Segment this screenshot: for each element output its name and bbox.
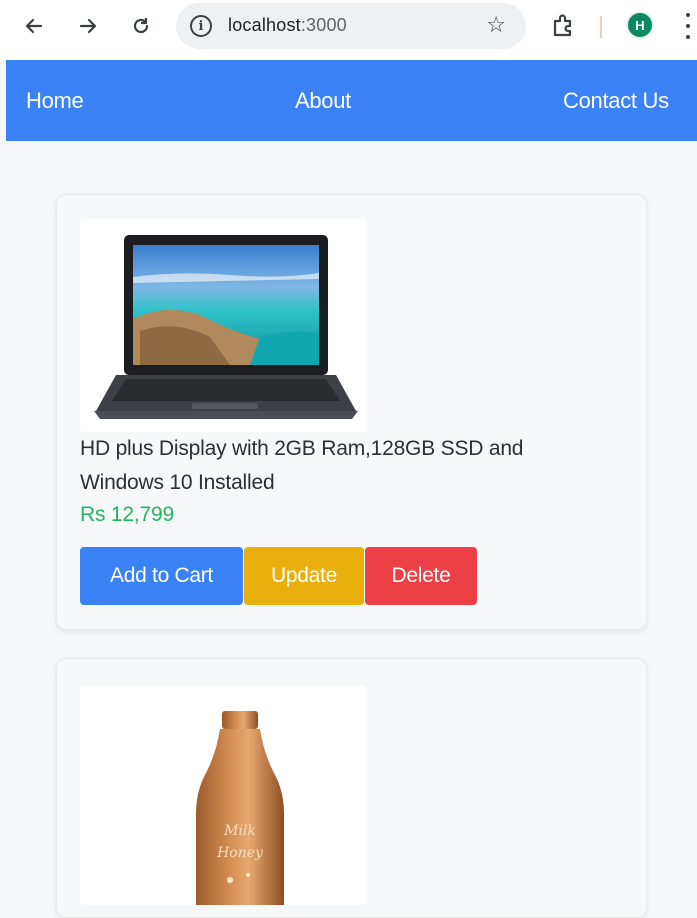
address-bar[interactable]: i localhost:3000 ☆ [176,3,526,49]
site-info-icon[interactable]: i [190,15,212,37]
product-title: HD plus Display with 2GB Ram,128GB SSD a… [80,437,524,494]
nav-link-contact[interactable]: Contact Us [563,88,669,114]
reload-icon[interactable] [127,12,155,40]
product-card: HD plus Display with 2GB Ram,128GB SSD a… [56,194,647,630]
extensions-icon[interactable] [549,12,577,40]
back-arrow-icon[interactable] [20,12,48,40]
nav-link-home[interactable]: Home [26,88,84,114]
toolbar-divider [600,16,602,38]
product-price: Rs 12,799 [80,503,174,526]
laptop-image [80,219,367,432]
url-text[interactable]: localhost:3000 [228,15,347,36]
svg-text:Milk: Milk [223,823,256,839]
nav-link-about[interactable]: About [295,88,351,114]
profile-avatar[interactable]: H [626,11,654,39]
menu-kebab-icon[interactable] [685,13,691,39]
product-card: Milk Honey [56,658,647,918]
svg-text:Honey: Honey [216,845,264,861]
browser-toolbar: i localhost:3000 ☆ H [0,0,697,60]
delete-button[interactable]: Delete [365,547,477,605]
bottle-image: Milk Honey [80,685,367,905]
forward-arrow-icon[interactable] [74,12,102,40]
app-navbar: Home About Contact Us [6,60,697,141]
add-to-cart-button[interactable]: Add to Cart [80,547,243,605]
update-button[interactable]: Update [244,547,364,605]
bookmark-star-icon[interactable]: ☆ [486,13,506,38]
